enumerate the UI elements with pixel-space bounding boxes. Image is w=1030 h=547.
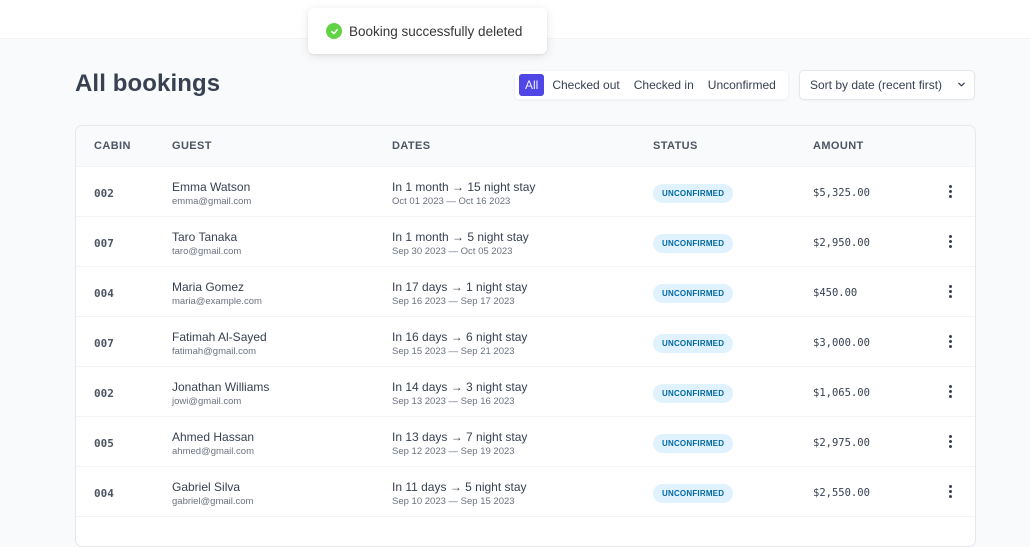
stay-date-range: Sep 13 2023 — Sep 16 2023 — [392, 396, 515, 407]
status-badge: UNCONFIRMED — [653, 284, 734, 303]
stay-date-range: Sep 16 2023 — Sep 17 2023 — [392, 296, 515, 307]
stay-summary: In 11 days → 5 night stay — [392, 480, 527, 494]
table-row: 002 Emma Watson emma@gmail.com In 1 mont… — [76, 167, 975, 217]
header-guest: GUEST — [172, 140, 212, 152]
filter-all-button[interactable]: All — [519, 74, 545, 96]
table-row: 005 Ahmed Hassan ahmed@gmail.com In 13 d… — [76, 417, 975, 467]
status-badge: UNCONFIRMED — [653, 434, 734, 453]
stay-date-range: Oct 01 2023 — Oct 16 2023 — [392, 196, 511, 207]
sort-select-value: Sort by date (recent first) — [810, 78, 943, 92]
filter-checked-in-button[interactable]: Checked in — [628, 74, 700, 96]
guest-name: Emma Watson — [172, 180, 251, 194]
guest-name: Gabriel Silva — [172, 480, 241, 494]
cabin-number: 002 — [94, 187, 114, 200]
stay-date-range: Sep 30 2023 — Oct 05 2023 — [392, 246, 513, 257]
table-row: 007 Fatimah Al-Sayed fatimah@gmail.com I… — [76, 317, 975, 367]
cabin-number: 004 — [94, 487, 114, 500]
guest-name: Jonathan Williams — [172, 380, 270, 394]
sort-select[interactable]: Sort by date (recent first) — [799, 70, 975, 100]
booking-amount: $5,325.00 — [813, 187, 870, 199]
status-badge: UNCONFIRMED — [653, 384, 734, 403]
status-badge: UNCONFIRMED — [653, 334, 734, 353]
cabin-number: 007 — [94, 237, 114, 250]
status-badge: UNCONFIRMED — [653, 484, 734, 503]
stay-summary: In 1 month → 15 night stay — [392, 180, 536, 194]
header-status: STATUS — [653, 140, 698, 152]
filter-unconfirmed-button[interactable]: Unconfirmed — [702, 74, 782, 96]
status-badge: UNCONFIRMED — [653, 234, 734, 253]
chevron-down-icon — [957, 78, 966, 92]
row-menu-icon[interactable] — [942, 481, 958, 501]
stay-summary: In 17 days → 1 night stay — [392, 280, 528, 294]
cabin-number: 004 — [94, 287, 114, 300]
toast-notification: Booking successfully deleted — [308, 8, 547, 54]
guest-email: ahmed@gmail.com — [172, 446, 254, 457]
status-filter: All Checked out Checked in Unconfirmed — [514, 70, 789, 100]
table-row: 004 Gabriel Silva gabriel@gmail.com In 1… — [76, 467, 975, 517]
guest-email: taro@gmail.com — [172, 246, 242, 257]
cabin-number: 002 — [94, 387, 114, 400]
guest-name: Ahmed Hassan — [172, 430, 255, 444]
row-menu-icon[interactable] — [942, 231, 958, 251]
guest-email: maria@example.com — [172, 296, 262, 307]
row-menu-icon[interactable] — [942, 181, 958, 201]
booking-amount: $450.00 — [813, 287, 858, 299]
stay-date-range: Sep 10 2023 — Sep 15 2023 — [392, 496, 515, 507]
row-menu-icon[interactable] — [942, 281, 958, 301]
header-dates: DATES — [392, 140, 431, 152]
stay-date-range: Sep 15 2023 — Sep 21 2023 — [392, 346, 515, 357]
guest-email: jowi@gmail.com — [172, 396, 242, 407]
toast-message: Booking successfully deleted — [349, 23, 523, 39]
stay-date-range: Sep 12 2023 — Sep 19 2023 — [392, 446, 515, 457]
row-menu-icon[interactable] — [942, 381, 958, 401]
bookings-table: CABIN GUEST DATES STATUS AMOUNT 002 Emma… — [75, 125, 976, 547]
booking-amount: $2,950.00 — [813, 237, 870, 249]
page-title: All bookings — [75, 70, 221, 97]
booking-amount: $2,550.00 — [813, 487, 870, 499]
status-badge: UNCONFIRMED — [653, 184, 734, 203]
guest-name: Taro Tanaka — [172, 230, 238, 244]
stay-summary: In 16 days → 6 night stay — [392, 330, 528, 344]
header-amount: AMOUNT — [813, 140, 864, 152]
table-row: 004 Maria Gomez maria@example.com In 17 … — [76, 267, 975, 317]
guest-email: emma@gmail.com — [172, 196, 252, 207]
cabin-number: 005 — [94, 437, 114, 450]
filter-checked-out-button[interactable]: Checked out — [546, 74, 625, 96]
stay-summary: In 13 days → 7 night stay — [392, 430, 528, 444]
stay-summary: In 1 month → 5 night stay — [392, 230, 529, 244]
guest-email: fatimah@gmail.com — [172, 346, 257, 357]
cabin-number: 007 — [94, 337, 114, 350]
table-row: 007 Taro Tanaka taro@gmail.com In 1 mont… — [76, 217, 975, 267]
guest-email: gabriel@gmail.com — [172, 496, 254, 507]
header-cabin: CABIN — [94, 140, 131, 152]
stay-summary: In 14 days → 3 night stay — [392, 380, 528, 394]
guest-name: Maria Gomez — [172, 280, 245, 294]
booking-amount: $3,000.00 — [813, 337, 870, 349]
table-header: CABIN GUEST DATES STATUS AMOUNT — [76, 126, 975, 167]
row-menu-icon[interactable] — [942, 331, 958, 351]
booking-amount: $1,065.00 — [813, 387, 870, 399]
row-menu-icon[interactable] — [942, 431, 958, 451]
table-row: 002 Jonathan Williams jowi@gmail.com In … — [76, 367, 975, 417]
booking-amount: $2,975.00 — [813, 437, 870, 449]
guest-name: Fatimah Al-Sayed — [172, 330, 267, 344]
check-circle-icon — [326, 23, 342, 39]
